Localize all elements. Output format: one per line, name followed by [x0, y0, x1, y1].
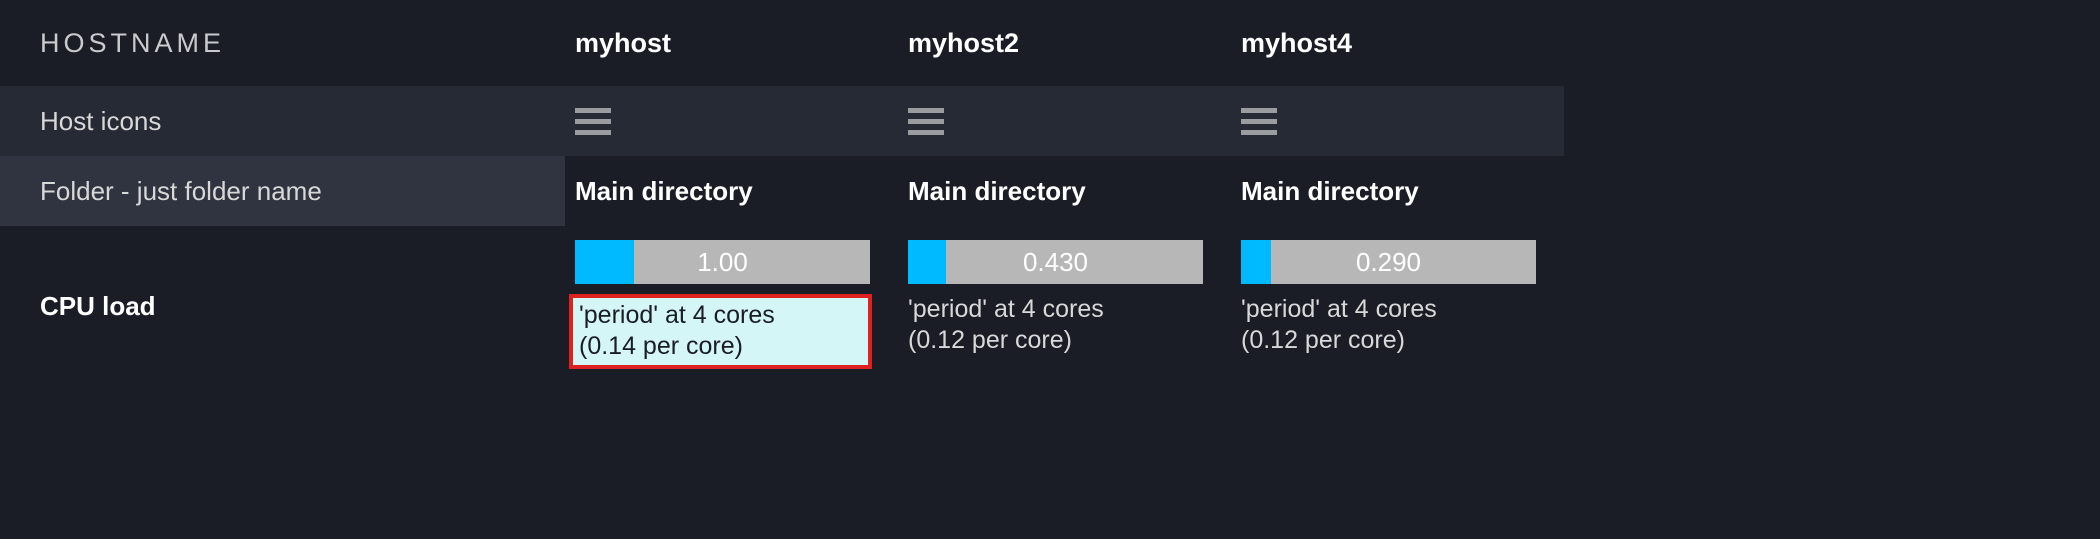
cpu-desc-line2: (0.12 per core)	[908, 326, 1072, 354]
host-icons-cell-2	[1231, 86, 1564, 156]
menu-icon[interactable]	[575, 108, 611, 135]
host-icons-cell-0	[565, 86, 898, 156]
row-label-cpu-load: CPU load	[0, 226, 565, 386]
cpu-progress-bar: 0.430	[908, 240, 1203, 284]
row-label-folder: Folder - just folder name	[0, 156, 565, 226]
cpu-description: 'period' at 4 cores (0.12 per core)	[1241, 294, 1536, 357]
cpu-cell-2: 0.290 'period' at 4 cores (0.12 per core…	[1231, 226, 1564, 386]
cpu-desc-line2: (0.12 per core)	[1241, 326, 1405, 354]
column-header-host-1: myhost2	[898, 0, 1231, 86]
column-header-host-2: myhost4	[1231, 0, 1564, 86]
cpu-description-highlighted: 'period' at 4 cores (0.14 per core)	[569, 294, 872, 369]
cpu-progress-value: 0.290	[1241, 240, 1536, 284]
row-label-host-icons: Host icons	[0, 86, 565, 156]
column-header-host-0: myhost	[565, 0, 898, 86]
folder-cell-0: Main directory	[565, 156, 898, 226]
cpu-progress-value: 0.430	[908, 240, 1203, 284]
cpu-desc-line2: (0.14 per core)	[579, 332, 743, 360]
cpu-description: 'period' at 4 cores (0.12 per core)	[908, 294, 1203, 357]
menu-icon[interactable]	[908, 108, 944, 135]
cpu-desc-line1: 'period' at 4 cores	[579, 301, 775, 329]
menu-icon[interactable]	[1241, 108, 1277, 135]
folder-cell-2: Main directory	[1231, 156, 1564, 226]
cpu-desc-line1: 'period' at 4 cores	[1241, 295, 1437, 323]
cpu-progress-bar: 0.290	[1241, 240, 1536, 284]
cpu-progress-bar: 1.00	[575, 240, 870, 284]
host-icons-cell-1	[898, 86, 1231, 156]
cpu-cell-1: 0.430 'period' at 4 cores (0.12 per core…	[898, 226, 1231, 386]
cpu-progress-value: 1.00	[575, 240, 870, 284]
folder-cell-1: Main directory	[898, 156, 1231, 226]
column-header-hostname: Hostname	[0, 0, 565, 86]
cpu-desc-line1: 'period' at 4 cores	[908, 295, 1104, 323]
cpu-cell-0: 1.00 'period' at 4 cores (0.14 per core)	[565, 226, 898, 386]
